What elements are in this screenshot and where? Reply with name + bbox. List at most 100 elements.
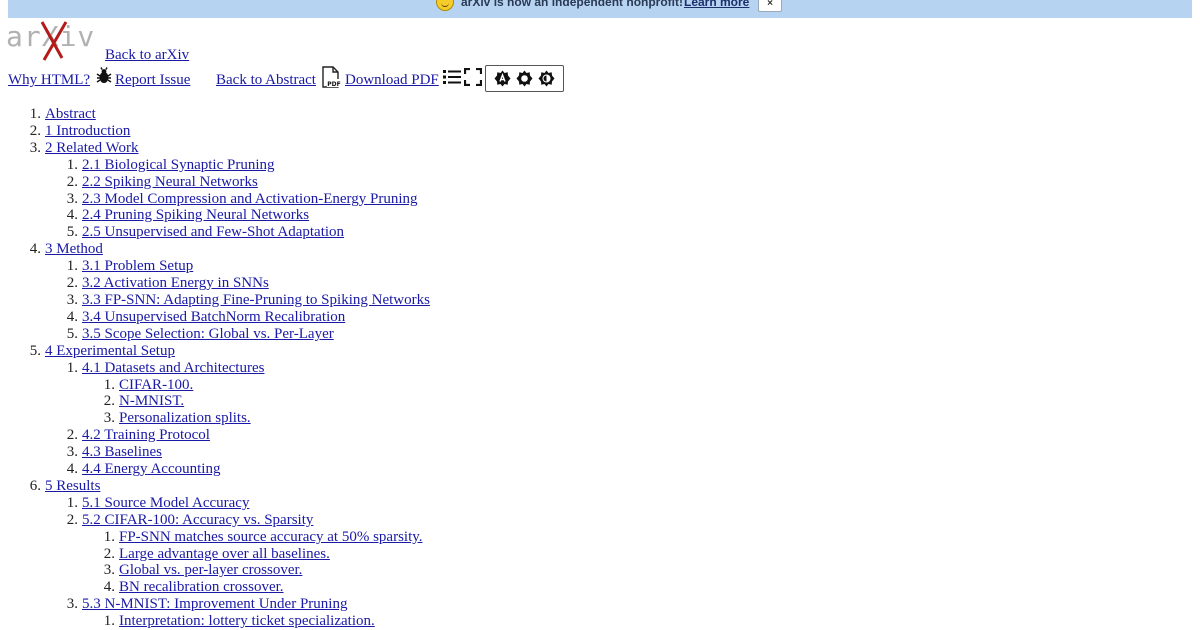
toc-number: 1. — [66, 494, 78, 511]
back-to-arxiv-link[interactable]: Back to arXiv — [105, 47, 189, 64]
toc-link-method[interactable]: 3 Method — [45, 241, 103, 257]
toc-item-results: 6. 5 Results 1. 5.1 Source Model Accuracy … — [0, 478, 430, 630]
arxiv-logo[interactable]: arXiv — [6, 20, 106, 62]
toc-link-2-3[interactable]: 2.3 Model Compression and Activation-Ene… — [82, 191, 418, 207]
toc-link-bn-recalibration[interactable]: BN recalibration crossover. — [119, 579, 284, 595]
toc-number: 2. — [66, 511, 78, 528]
toc-item-related-work: 3. 2 Related Work 1. 2.1 Biological Synapt… — [0, 140, 430, 241]
toc-list: 1. Abstract 2. 1 Introduction 3. 2 Related … — [0, 106, 430, 630]
toc-link-large-advantage[interactable]: Large advantage over all baselines. — [119, 546, 330, 562]
toc-subitem: 1. 2.1 Biological Synaptic Pruning — [37, 157, 430, 174]
toc-subitem: 3. 4.3 Baselines — [37, 444, 430, 461]
toc-link-3-4[interactable]: 3.4 Unsupervised BatchNorm Recalibration — [82, 309, 345, 325]
toc-link-2-4[interactable]: 2.4 Pruning Spiking Neural Networks — [82, 207, 309, 223]
learn-more-link[interactable]: Learn more — [684, 0, 749, 9]
toc-link-personalization-splits[interactable]: Personalization splits. — [119, 410, 251, 426]
toc-item-experimental-setup: 5. 4 Experimental Setup 1. 4.1 Datasets an… — [0, 343, 430, 478]
toc-link-5-3[interactable]: 5.3 N-MNIST: Improvement Under Pruning — [82, 596, 347, 612]
logo-x-mark-icon — [40, 21, 68, 61]
dark-theme-icon[interactable] — [538, 70, 555, 87]
table-of-contents: 1. Abstract 2. 1 Introduction 3. 2 Related … — [0, 106, 430, 630]
toc-number: 3. — [103, 562, 115, 579]
toc-subitem: 2. 3.2 Activation Energy in SNNs — [37, 275, 430, 292]
toc-subitem: 5. 3.5 Scope Selection: Global vs. Per-La… — [37, 326, 430, 343]
toc-number: 3. — [66, 596, 78, 613]
toc-number: 5. — [29, 342, 41, 359]
toc-link-4-4[interactable]: 4.4 Energy Accounting — [82, 461, 220, 477]
banner-message: arXiv is now an independent nonprofit! — [461, 0, 684, 9]
toc-link-4-3[interactable]: 4.3 Baselines — [82, 444, 162, 460]
pdf-file-icon[interactable]: PDF — [321, 66, 341, 88]
fullscreen-icon[interactable] — [464, 68, 482, 86]
toc-number: 1. — [29, 106, 41, 122]
auto-theme-icon[interactable] — [494, 70, 511, 87]
toc-number: 1. — [66, 258, 78, 275]
toc-link-4-1[interactable]: 4.1 Datasets and Architectures — [82, 360, 264, 376]
toc-link-3-2[interactable]: 3.2 Activation Energy in SNNs — [82, 275, 269, 291]
toc-number: 4. — [29, 241, 41, 258]
toc-link-5-1[interactable]: 5.1 Source Model Accuracy — [82, 495, 249, 511]
toc-link-4-2[interactable]: 4.2 Training Protocol — [82, 427, 210, 443]
toc-subitem: 4. 2.4 Pruning Spiking Neural Networks — [37, 207, 430, 224]
toc-subitem: 2. 5.2 CIFAR-100: Accuracy vs. Sparsity 1… — [37, 512, 430, 597]
toc-link-introduction[interactable]: 1 Introduction — [45, 123, 130, 139]
toc-link-3-5[interactable]: 3.5 Scope Selection: Global vs. Per-Laye… — [82, 326, 334, 342]
toc-subitem: 4. 3.4 Unsupervised BatchNorm Recalibrati… — [37, 309, 430, 326]
toc-number: 1. — [66, 359, 78, 376]
toc-list-icon[interactable] — [442, 68, 462, 86]
toc-number: 1. — [103, 376, 115, 393]
toc-link-related-work[interactable]: 2 Related Work — [45, 140, 139, 156]
toc-subsubitem: 4. BN recalibration crossover. — [74, 579, 430, 596]
announcement-banner: arXiv is now an independent nonprofit! L… — [8, 0, 1192, 18]
toc-subsubitem: 1. CIFAR-100. — [74, 377, 430, 394]
toc-link-global-vs-per-layer[interactable]: Global vs. per-layer crossover. — [119, 562, 302, 578]
toc-link-2-5[interactable]: 2.5 Unsupervised and Few-Shot Adaptation — [82, 224, 344, 240]
pdf-icon-label: PDF — [327, 81, 340, 88]
theme-toggle[interactable] — [485, 65, 564, 92]
toc-number: 2. — [66, 275, 78, 292]
toc-number: 3. — [103, 410, 115, 427]
toc-item-introduction: 2. 1 Introduction — [0, 123, 430, 140]
toc-link-results[interactable]: 5 Results — [45, 478, 100, 494]
toc-subitem: 1. 5.1 Source Model Accuracy — [37, 495, 430, 512]
toc-link-2-2[interactable]: 2.2 Spiking Neural Networks — [82, 174, 258, 190]
report-issue-link[interactable]: Report Issue — [115, 72, 190, 89]
toc-link-3-1[interactable]: 3.1 Problem Setup — [82, 258, 193, 274]
toc-link-abstract[interactable]: Abstract — [45, 106, 96, 122]
toc-subsubitem: 2. Large advantage over all baselines. — [74, 546, 430, 563]
toc-subitem: 1. 3.1 Problem Setup — [37, 258, 430, 275]
toc-link-experimental-setup[interactable]: 4 Experimental Setup — [45, 343, 175, 359]
banner-close-button[interactable]: × — [758, 0, 782, 12]
toc-link-interpretation[interactable]: Interpretation: lottery ticket specializ… — [119, 613, 375, 629]
toc-number: 1. — [103, 613, 115, 630]
toc-number: 1. — [103, 528, 115, 545]
why-html-link[interactable]: Why HTML? — [8, 72, 90, 89]
toc-link-cifar-100[interactable]: CIFAR-100. — [119, 377, 193, 393]
toc-subsubitem: 3. Global vs. per-layer crossover. — [74, 562, 430, 579]
toc-item-method: 4. 3 Method 1. 3.1 Problem Setup 2. 3.2 Act… — [0, 241, 430, 342]
toc-subsubitem: 1. Interpretation: lottery ticket special… — [74, 613, 430, 630]
toc-number: 2. — [29, 122, 41, 139]
toc-subitem: 5. 2.5 Unsupervised and Few-Shot Adaptati… — [37, 224, 430, 241]
back-to-abstract-link[interactable]: Back to Abstract — [216, 72, 316, 89]
smiley-icon — [436, 0, 454, 11]
toc-link-3-3[interactable]: 3.3 FP-SNN: Adapting Fine-Pruning to Spi… — [82, 292, 430, 308]
toc-number: 6. — [29, 477, 41, 494]
toc-subsubitem: 1. FP-SNN matches source accuracy at 50% … — [74, 529, 430, 546]
toc-item-abstract: 1. Abstract — [0, 106, 430, 123]
download-pdf-link[interactable]: Download PDF — [345, 72, 439, 89]
toc-link-n-mnist[interactable]: N-MNIST. — [119, 393, 184, 409]
toc-subitem: 2. 2.2 Spiking Neural Networks — [37, 174, 430, 191]
toc-number: 2. — [66, 427, 78, 444]
light-theme-icon[interactable] — [516, 70, 533, 87]
toc-subitem: 2. 4.2 Training Protocol — [37, 427, 430, 444]
toc-link-fp-snn-matches[interactable]: FP-SNN matches source accuracy at 50% sp… — [119, 529, 423, 545]
toc-subitem: 1. 4.1 Datasets and Architectures 1. CIFAR… — [37, 360, 430, 428]
toc-number: 4. — [103, 579, 115, 596]
toc-number: 2. — [66, 173, 78, 190]
toc-subitem: 4. 4.4 Energy Accounting — [37, 461, 430, 478]
toc-link-2-1[interactable]: 2.1 Biological Synaptic Pruning — [82, 157, 275, 173]
toc-number: 3. — [29, 139, 41, 156]
toc-link-5-2[interactable]: 5.2 CIFAR-100: Accuracy vs. Sparsity — [82, 512, 313, 528]
bug-icon[interactable] — [95, 67, 113, 85]
